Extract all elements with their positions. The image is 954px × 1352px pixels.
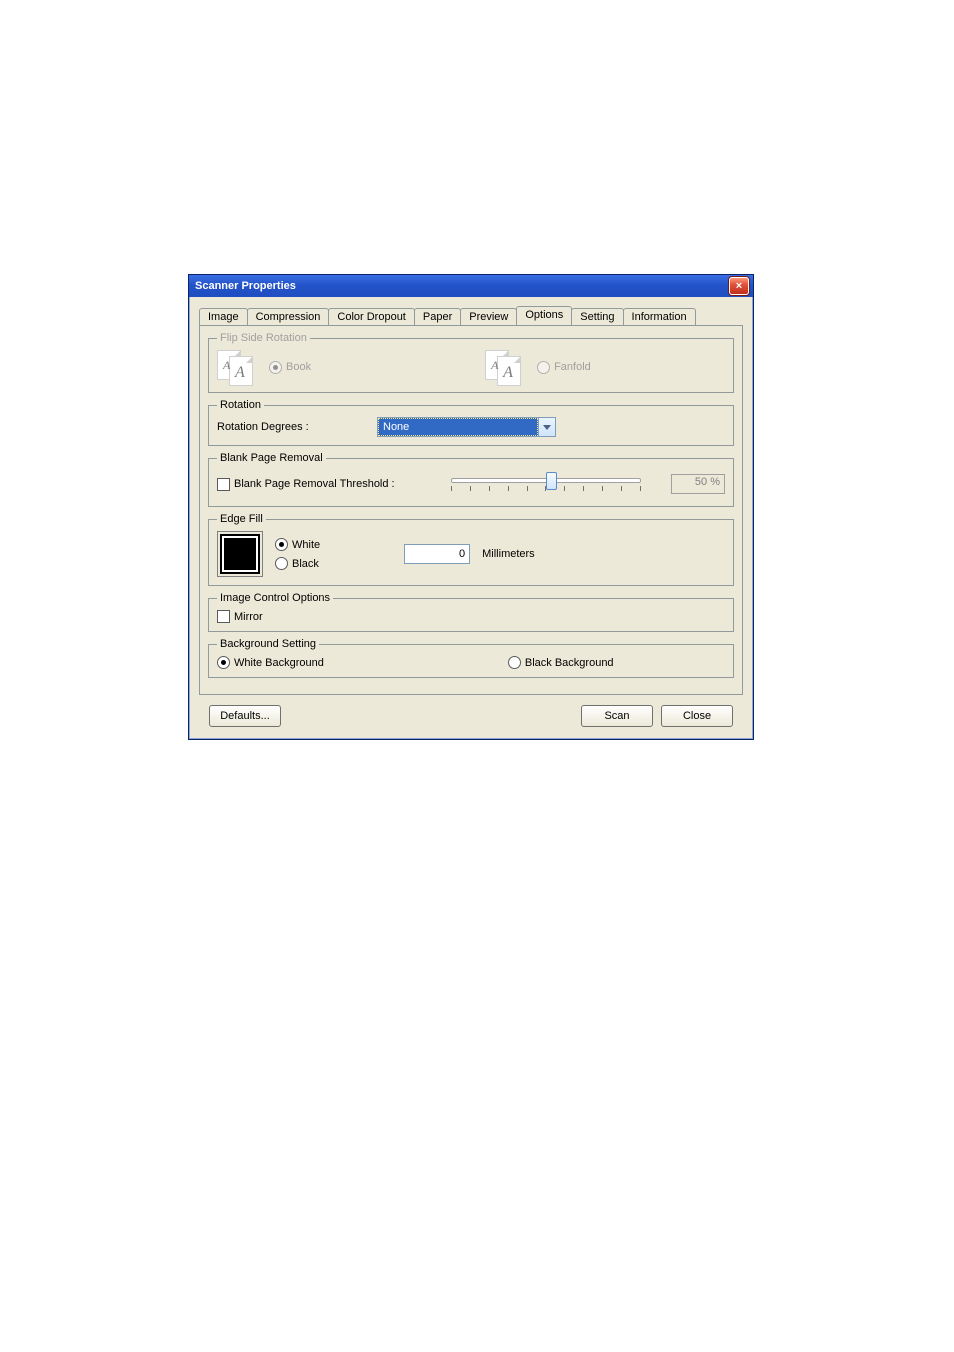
tab-preview[interactable]: Preview: [460, 308, 517, 326]
group-image-control: Image Control Options Mirror: [208, 592, 734, 632]
radio-bg-black[interactable]: Black Background: [508, 656, 614, 669]
group-edge-fill: Edge Fill White Black: [208, 513, 734, 586]
radio-fanfold-label: Fanfold: [554, 361, 591, 373]
defaults-button[interactable]: Defaults...: [209, 705, 281, 727]
radio-bg-black-label: Black Background: [525, 657, 614, 669]
tab-paper[interactable]: Paper: [414, 308, 461, 326]
checkbox-mirror[interactable]: Mirror: [217, 610, 725, 623]
group-blank-page-removal: Blank Page Removal Blank Page Removal Th…: [208, 452, 734, 507]
window-title: Scanner Properties: [193, 280, 729, 292]
radio-edge-black-label: Black: [292, 558, 319, 570]
tabstrip: Image Compression Color Dropout Paper Pr…: [199, 305, 743, 325]
rotation-degrees-label: Rotation Degrees :: [217, 421, 367, 433]
tab-setting[interactable]: Setting: [571, 308, 623, 326]
edge-fill-amount-input[interactable]: [404, 544, 470, 564]
scanner-properties-window: Scanner Properties × Image Compression C…: [188, 274, 754, 740]
radio-bg-white-label: White Background: [234, 657, 324, 669]
titlebar[interactable]: Scanner Properties ×: [189, 275, 753, 297]
radio-book-label: Book: [286, 361, 311, 373]
rotation-degrees-value: None: [378, 418, 538, 436]
radio-fanfold: Fanfold: [537, 361, 591, 374]
legend-edge: Edge Fill: [217, 513, 266, 525]
checkbox-blank-threshold-label: Blank Page Removal Threshold :: [234, 478, 395, 490]
group-background-setting: Background Setting White Background Blac…: [208, 638, 734, 678]
tab-color-dropout[interactable]: Color Dropout: [328, 308, 414, 326]
book-icon: AA: [217, 350, 257, 384]
close-icon[interactable]: ×: [729, 277, 749, 295]
tab-options[interactable]: Options: [516, 306, 572, 325]
dialog-button-row: Defaults... Scan Close: [199, 695, 743, 727]
tab-panel-options: Flip Side Rotation AA Book: [199, 325, 743, 695]
edge-fill-preview: [217, 531, 263, 577]
radio-book: Book: [269, 361, 311, 374]
tab-information[interactable]: Information: [623, 308, 696, 326]
legend-rotation: Rotation: [217, 399, 264, 411]
radio-edge-white-label: White: [292, 539, 320, 551]
legend-imgctrl: Image Control Options: [217, 592, 333, 604]
close-button[interactable]: Close: [661, 705, 733, 727]
scan-button[interactable]: Scan: [581, 705, 653, 727]
group-flip-side-rotation: Flip Side Rotation AA Book: [208, 332, 734, 393]
tab-compression[interactable]: Compression: [247, 308, 330, 326]
group-rotation: Rotation Rotation Degrees : None: [208, 399, 734, 446]
legend-flip: Flip Side Rotation: [217, 332, 310, 344]
radio-edge-black[interactable]: Black: [275, 557, 320, 570]
radio-bg-white[interactable]: White Background: [217, 656, 324, 669]
tab-image[interactable]: Image: [199, 308, 248, 326]
chevron-down-icon[interactable]: [538, 418, 555, 436]
legend-blank: Blank Page Removal: [217, 452, 326, 464]
rotation-degrees-combo[interactable]: None: [377, 417, 556, 437]
checkbox-mirror-label: Mirror: [234, 611, 263, 623]
blank-threshold-value: 50 %: [671, 474, 725, 494]
blank-threshold-slider[interactable]: [451, 470, 641, 498]
fanfold-icon: AA: [485, 350, 525, 384]
radio-edge-white[interactable]: White: [275, 538, 320, 551]
edge-fill-unit: Millimeters: [482, 548, 535, 560]
legend-bg: Background Setting: [217, 638, 319, 650]
checkbox-blank-threshold[interactable]: Blank Page Removal Threshold :: [217, 478, 395, 491]
